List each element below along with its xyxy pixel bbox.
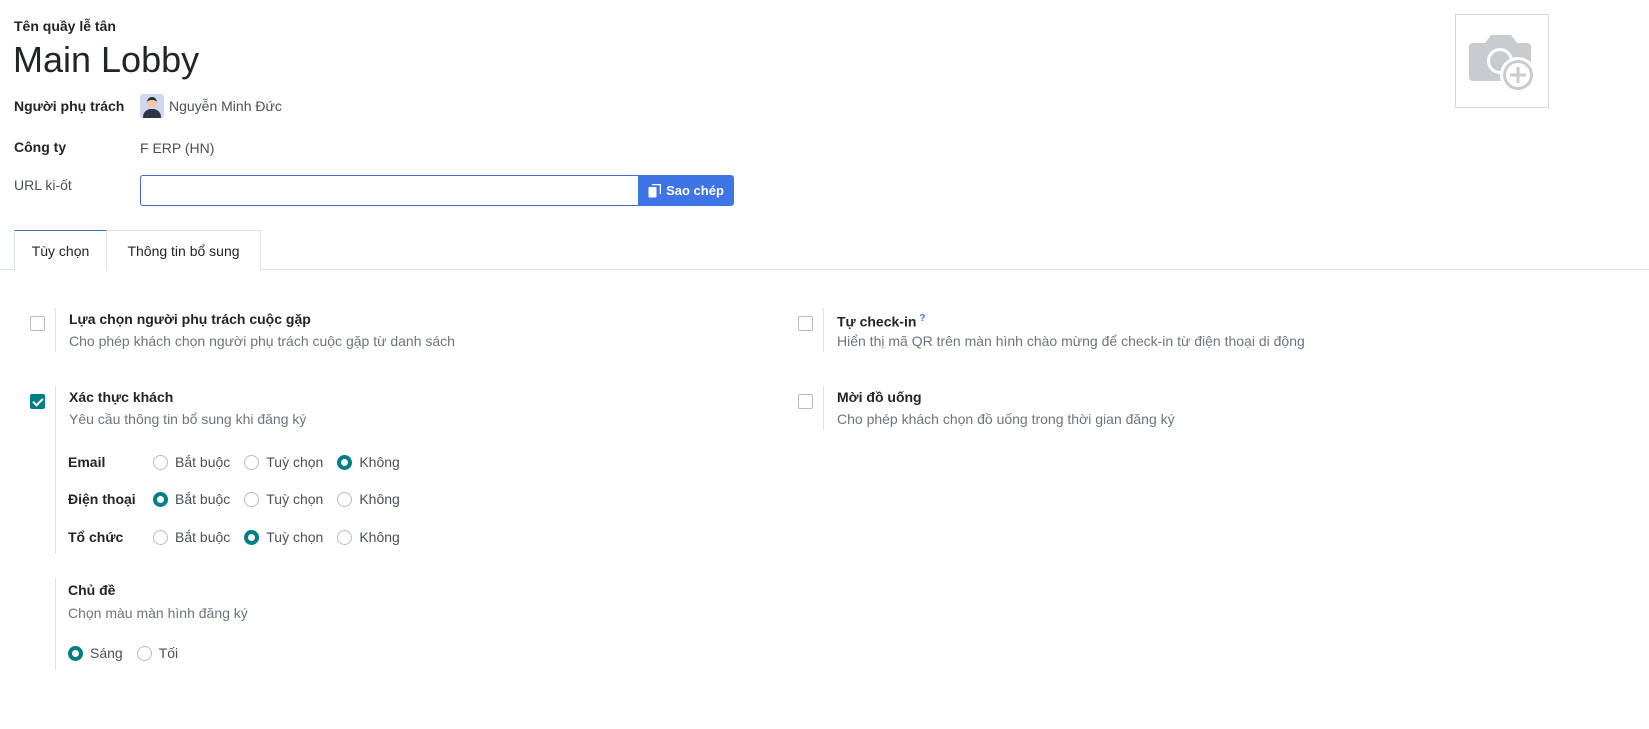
phone-label: Điện thoại — [68, 491, 136, 507]
host-selection-title: Lựa chọn người phụ trách cuộc gặp — [69, 311, 311, 327]
kiosk-url-label: URL ki-ốt — [14, 177, 72, 193]
organization-none-radio[interactable]: Không — [337, 529, 400, 545]
guest-verification-checkbox[interactable] — [30, 394, 45, 409]
theme-desc: Chọn màu màn hình đăng ký — [68, 605, 248, 621]
host-selection-desc: Cho phép khách chọn người phụ trách cuộc… — [69, 333, 455, 349]
offer-drinks-desc: Cho phép khách chọn đồ uống trong thời g… — [837, 411, 1175, 427]
theme-title: Chủ đề — [68, 582, 116, 598]
theme-radio-group: Sáng Tối — [68, 643, 192, 663]
organization-optional-radio[interactable]: Tuỳ chọn — [244, 529, 323, 545]
company-label: Công ty — [14, 139, 67, 155]
organization-requirement-row: Tổ chức Bắt buộc Tuỳ chọn Không — [68, 527, 414, 547]
guest-verification-pane: Xác thực khách Yêu cầu thông tin bổ sung… — [55, 386, 306, 430]
self-checkin-desc: Hiển thị mã QR trên màn hình chào mừng đ… — [837, 333, 1305, 349]
email-none-radio[interactable]: Không — [337, 454, 400, 470]
record-title[interactable]: Main Lobby — [13, 36, 199, 84]
responsible-field[interactable]: Nguyễn Minh Đức — [140, 94, 282, 118]
copy-button-label: Sao chép — [666, 183, 724, 198]
self-checkin-pane: Tự check-in? Hiển thị mã QR trên màn hìn… — [823, 308, 1305, 352]
avatar — [140, 94, 164, 118]
company-value[interactable]: F ERP (HN) — [140, 140, 214, 156]
camera-add-icon — [1469, 35, 1536, 93]
tab-extra-info[interactable]: Thông tin bổ sung — [107, 230, 261, 270]
guest-verification-title: Xác thực khách — [69, 389, 174, 405]
theme-divider — [55, 578, 56, 670]
guest-verification-desc: Yêu cầu thông tin bổ sung khi đăng ký — [69, 411, 307, 427]
email-label: Email — [68, 454, 106, 470]
email-required-radio[interactable]: Bắt buộc — [153, 454, 230, 470]
host-selection-checkbox[interactable] — [30, 316, 45, 331]
offer-drinks-title: Mời đồ uống — [837, 389, 922, 405]
email-requirement-row: Email Bắt buộc Tuỳ chọn Không — [68, 452, 414, 472]
kiosk-url-input[interactable] — [140, 175, 638, 206]
copy-icon — [648, 183, 662, 197]
theme-light-radio[interactable]: Sáng — [68, 645, 123, 661]
offer-drinks-checkbox[interactable] — [798, 394, 813, 409]
desk-name-caption: Tên quầy lễ tân — [14, 18, 116, 34]
phone-requirement-row: Điện thoại Bắt buộc Tuỳ chọn Không — [68, 489, 414, 509]
verification-divider — [55, 386, 56, 554]
copy-button[interactable]: Sao chép — [638, 175, 734, 206]
responsible-name: Nguyễn Minh Đức — [169, 98, 282, 114]
help-icon[interactable]: ? — [919, 313, 925, 324]
organization-label: Tổ chức — [68, 529, 124, 545]
self-checkin-title: Tự check-in? — [837, 308, 1305, 330]
kiosk-url-group: Sao chép — [140, 175, 734, 206]
organization-required-radio[interactable]: Bắt buộc — [153, 529, 230, 545]
self-checkin-checkbox[interactable] — [798, 316, 813, 331]
offer-drinks-pane: Mời đồ uống Cho phép khách chọn đồ uống … — [823, 386, 1175, 430]
image-upload[interactable] — [1455, 14, 1549, 108]
responsible-label: Người phụ trách — [14, 98, 125, 114]
theme-dark-radio[interactable]: Tối — [136, 645, 178, 661]
phone-none-radio[interactable]: Không — [337, 491, 400, 507]
phone-optional-radio[interactable]: Tuỳ chọn — [244, 491, 323, 507]
self-checkin-title-text: Tự check-in — [837, 313, 917, 330]
phone-required-radio[interactable]: Bắt buộc — [153, 491, 230, 507]
notebook-tabs: Tùy chọn Thông tin bổ sung — [0, 230, 1649, 271]
host-selection-pane: Lựa chọn người phụ trách cuộc gặp Cho ph… — [55, 308, 455, 352]
tab-options[interactable]: Tùy chọn — [14, 230, 107, 271]
kiosk-form: Tên quầy lễ tân Main Lobby Người phụ trá… — [0, 0, 1649, 729]
email-optional-radio[interactable]: Tuỳ chọn — [244, 454, 323, 470]
